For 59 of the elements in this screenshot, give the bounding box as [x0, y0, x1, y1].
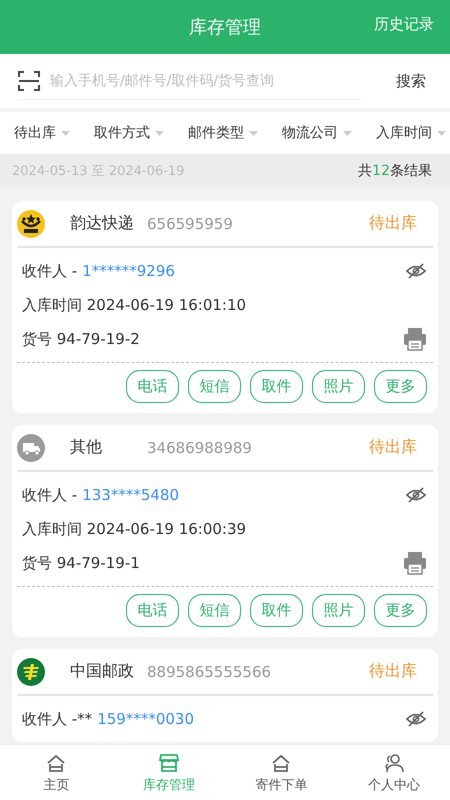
tab-item[interactable]: 主页 — [0, 745, 112, 800]
caret-icon — [249, 130, 258, 136]
recipient-phone[interactable]: 133****5480 — [82, 486, 179, 504]
action-button[interactable]: 更多 — [374, 594, 427, 627]
tracking-number: 34686988989 — [147, 438, 252, 456]
action-button[interactable]: 取件 — [250, 370, 303, 403]
action-button[interactable]: 照片 — [312, 594, 365, 627]
parcel-status: 待出库 — [369, 661, 417, 682]
tab-item[interactable]: 个人中心 — [338, 745, 450, 800]
recipient-label: 收件人 -** — [22, 710, 92, 728]
eye-hidden-icon[interactable] — [405, 711, 427, 727]
smiley-logo-icon — [17, 210, 45, 238]
filter-dropdown[interactable]: 物流公司 — [282, 124, 352, 142]
recipient-label: 收件人 - — [22, 486, 78, 504]
inbound-time: 入库时间 2024-06-19 16:00:39 — [22, 520, 246, 538]
action-button[interactable]: 取件 — [250, 594, 303, 627]
search-field[interactable]: 输入手机号/邮件号/取件码/货号查询 — [48, 72, 362, 90]
scan-icon — [18, 70, 40, 90]
action-button[interactable]: 照片 — [312, 370, 365, 403]
parcel-status: 待出库 — [369, 437, 417, 458]
caret-icon — [437, 130, 446, 136]
tab-item[interactable]: 寄件下单 — [225, 745, 338, 800]
shelf-number: 货号 94-79-19-2 — [22, 330, 140, 348]
page-title: 库存管理 — [189, 16, 261, 39]
history-link[interactable]: 历史记录 — [374, 15, 434, 34]
search-button[interactable]: 搜索 — [392, 72, 430, 90]
shelf-number: 货号 94-79-19-1 — [22, 554, 140, 572]
caret-icon — [343, 130, 352, 136]
inbound-time: 入库时间 2024-06-19 16:01:10 — [22, 296, 246, 314]
filter-dropdown[interactable]: 取件方式 — [94, 124, 164, 142]
printer-icon[interactable] — [403, 327, 427, 351]
recipient-label: 收件人 - — [22, 262, 78, 280]
action-button[interactable]: 更多 — [374, 370, 427, 403]
carrier-name: 韵达快递 — [70, 213, 135, 234]
caret-icon — [155, 130, 164, 136]
eye-hidden-icon[interactable] — [405, 263, 427, 279]
result-count: 共12条结果 — [358, 162, 432, 180]
postal-logo-icon — [17, 658, 45, 686]
shop-icon — [158, 752, 180, 774]
caret-icon — [61, 130, 70, 136]
action-button[interactable]: 电话 — [126, 370, 179, 403]
recipient-phone[interactable]: 1******9296 — [82, 262, 175, 280]
action-button[interactable]: 短信 — [188, 370, 241, 403]
action-button[interactable]: 短信 — [188, 594, 241, 627]
filter-dropdown[interactable]: 入库时间 — [376, 124, 446, 142]
people-icon — [382, 752, 405, 774]
filter-dropdown[interactable]: 邮件类型 — [188, 124, 258, 142]
filter-dropdown[interactable]: 待出库 — [14, 124, 70, 142]
tracking-number: 656595959 — [147, 214, 233, 232]
tracking-number: 8895865555566 — [147, 662, 272, 680]
tab-item[interactable]: 库存管理 — [112, 745, 225, 800]
carrier-name: 其他 — [70, 437, 103, 458]
parcel-status: 待出库 — [369, 213, 417, 234]
eye-hidden-icon[interactable] — [405, 487, 427, 503]
recipient-phone[interactable]: 159****0030 — [97, 710, 194, 728]
truck-icon — [17, 434, 45, 462]
printer-icon[interactable] — [403, 551, 427, 575]
carrier-name: 中国邮政 — [70, 661, 135, 682]
action-button[interactable]: 电话 — [126, 594, 179, 627]
